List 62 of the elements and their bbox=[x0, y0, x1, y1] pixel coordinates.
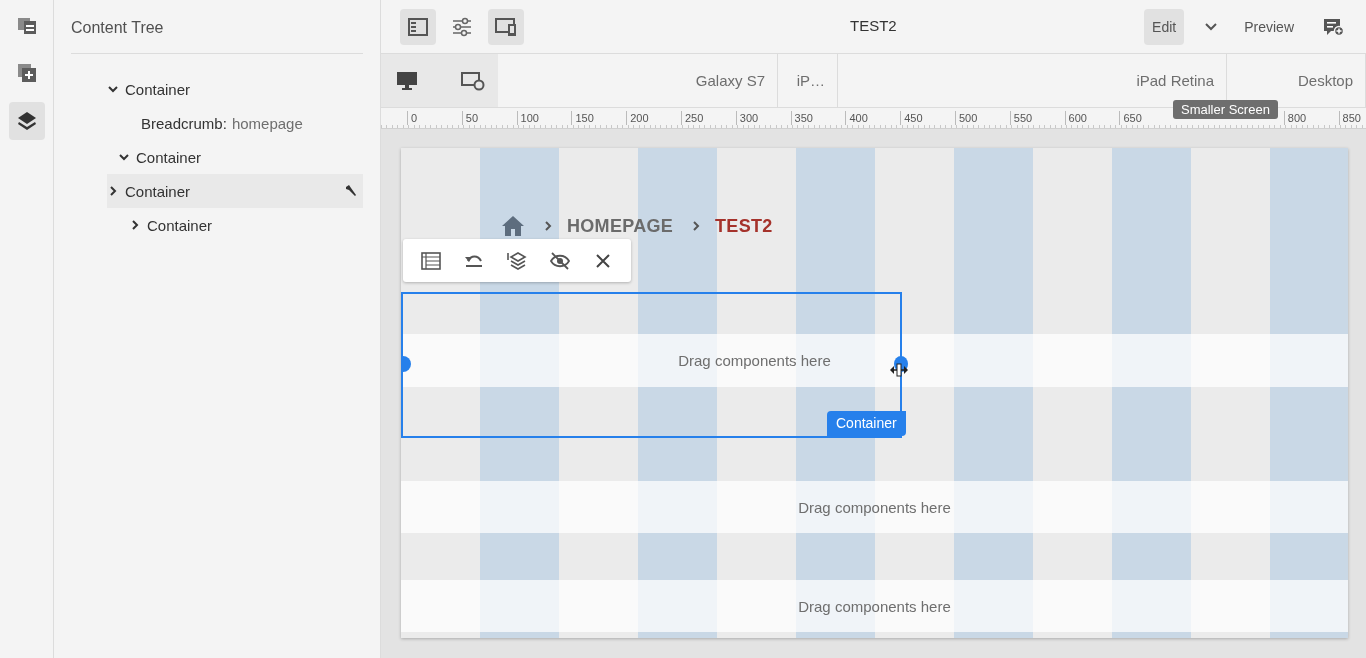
chevron-down-icon[interactable] bbox=[118, 151, 130, 163]
ruler-label: 100 bbox=[516, 111, 539, 125]
drop-zone[interactable]: Drag components here bbox=[401, 334, 1348, 387]
ruler-label: 350 bbox=[790, 111, 813, 125]
wrench-icon[interactable] bbox=[344, 184, 358, 198]
drop-zone[interactable]: Drag components here bbox=[401, 481, 1348, 533]
table-icon[interactable] bbox=[419, 250, 442, 271]
ruler-label: 850 bbox=[1338, 111, 1361, 125]
ruler-label: 800 bbox=[1283, 111, 1307, 125]
layers-icon[interactable] bbox=[505, 250, 528, 271]
ruler-label: 300 bbox=[735, 111, 759, 125]
tooltip: Smaller Screen bbox=[1173, 100, 1278, 119]
monitor-icon[interactable] bbox=[396, 70, 418, 91]
ruler-label: 450 bbox=[900, 111, 923, 125]
resize-handle[interactable] bbox=[401, 356, 411, 372]
ruler-label: 200 bbox=[626, 111, 649, 125]
drop-zone-text: Drag components here bbox=[798, 597, 951, 615]
chevron-right-icon[interactable] bbox=[107, 185, 119, 197]
ruler-label: 500 bbox=[955, 111, 978, 125]
layers-icon[interactable] bbox=[8, 102, 45, 140]
devices-icon[interactable] bbox=[488, 8, 524, 45]
ruler-label: 50 bbox=[461, 111, 479, 125]
ruler-label: 150 bbox=[571, 111, 594, 125]
tree-item[interactable]: Container bbox=[71, 72, 363, 106]
breadcrumb-link[interactable]: TEST2 bbox=[715, 215, 773, 237]
resize-cursor-icon bbox=[889, 363, 909, 377]
page-title: TEST2 bbox=[850, 17, 897, 34]
tree-item-label: Container bbox=[136, 148, 202, 166]
tree-item-label: Container bbox=[125, 182, 191, 200]
drop-zone[interactable]: Drag components here bbox=[401, 580, 1348, 632]
tree-item[interactable]: Container bbox=[107, 174, 363, 208]
hidden-eye-icon[interactable] bbox=[549, 250, 572, 271]
tree-item-label: Breadcrumb: homepage bbox=[141, 114, 303, 132]
breadcrumb-link[interactable]: HOMEPAGE bbox=[567, 215, 674, 237]
chevron-right-icon bbox=[543, 220, 553, 232]
ruler-label: 600 bbox=[1064, 111, 1087, 125]
caret-icon[interactable] bbox=[1204, 21, 1219, 32]
device-tab[interactable]: iP… bbox=[778, 54, 838, 107]
side-panel-icon[interactable] bbox=[400, 8, 436, 45]
annotation-icon[interactable] bbox=[1322, 16, 1344, 37]
chevron-right-icon bbox=[691, 220, 702, 232]
tree-item-label: Container bbox=[147, 216, 213, 234]
rotate-icon[interactable] bbox=[461, 70, 485, 91]
tree-item[interactable]: Container bbox=[71, 140, 363, 174]
ruler-label: 400 bbox=[845, 111, 868, 125]
ruler-label: 650 bbox=[1119, 111, 1142, 125]
edit-button[interactable]: Edit bbox=[1144, 8, 1185, 45]
ruler-label: 250 bbox=[681, 111, 704, 125]
tree-item[interactable]: Breadcrumb: homepage bbox=[71, 106, 363, 140]
panel-title: Content Tree bbox=[71, 0, 363, 54]
home-icon[interactable] bbox=[501, 215, 525, 237]
drop-zone-text: Drag components here bbox=[798, 498, 951, 516]
device-tab[interactable]: Galaxy S7 bbox=[498, 54, 778, 107]
component-label: Container bbox=[827, 411, 906, 436]
chevron-right-icon[interactable] bbox=[129, 219, 141, 231]
drop-zone-text: Drag components here bbox=[678, 352, 831, 369]
ruler-label: 0 bbox=[407, 111, 418, 125]
chevron-down-icon[interactable] bbox=[107, 83, 119, 95]
tree-item[interactable]: Container bbox=[71, 208, 363, 242]
ruler-label: 550 bbox=[1009, 111, 1033, 125]
preview-button[interactable]: Preview bbox=[1244, 18, 1294, 35]
tree-item-label: Container bbox=[125, 80, 191, 98]
